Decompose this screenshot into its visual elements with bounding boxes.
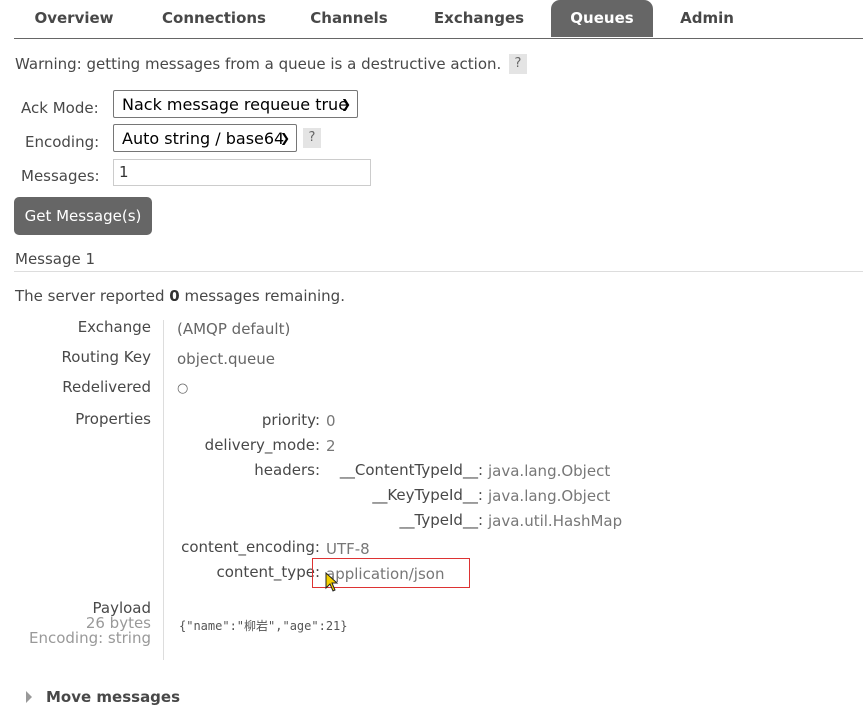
content-encoding-key: content_encoding: <box>181 538 320 556</box>
ack-mode-label: Ack Mode: <box>21 99 99 117</box>
headers-key: headers: <box>254 461 320 479</box>
messages-label: Messages: <box>21 167 100 185</box>
tab-queues[interactable]: Queues <box>551 0 653 37</box>
remaining-suffix: messages remaining. <box>179 287 345 305</box>
tab-admin[interactable]: Admin <box>662 0 752 37</box>
destructive-warning: Warning: getting messages from a queue i… <box>15 55 502 73</box>
redelivered-label: Redelivered <box>62 378 151 396</box>
properties-label: Properties <box>75 410 151 428</box>
caret-right-icon <box>26 691 32 703</box>
move-messages-label: Move messages <box>46 688 181 706</box>
remaining-status: The server reported 0 messages remaining… <box>15 287 345 305</box>
encoding-help-icon[interactable]: ? <box>303 128 321 148</box>
content-type-key: content_type: <box>216 563 321 581</box>
encoding-label: Encoding: <box>25 133 100 151</box>
ack-mode-value: Nack message requeue true <box>122 95 349 114</box>
details-divider <box>163 320 164 660</box>
move-messages-toggle[interactable]: Move messages <box>26 688 180 706</box>
header-value: java.lang.Object <box>488 487 611 505</box>
tab-overview[interactable]: Overview <box>14 0 134 37</box>
exchange-label: Exchange <box>77 318 151 336</box>
redelivered-value: ○ <box>177 381 189 396</box>
encoding-select[interactable]: Auto string / base64 ❯ <box>113 124 297 152</box>
header-key: __KeyTypeId__: <box>372 486 483 504</box>
divider <box>14 271 863 272</box>
message-title: Message 1 <box>15 250 96 268</box>
ack-mode-select[interactable]: Nack message requeue true ❯ <box>113 90 358 118</box>
mouse-cursor-icon <box>325 572 339 592</box>
exchange-value: (AMQP default) <box>177 320 291 338</box>
chevron-down-icon: ❯ <box>340 97 351 111</box>
header-key: __ContentTypeId__: <box>339 461 483 479</box>
tab-connections[interactable]: Connections <box>144 0 284 37</box>
tab-channels[interactable]: Channels <box>294 0 404 37</box>
priority-key: priority: <box>261 411 320 429</box>
tab-exchanges[interactable]: Exchanges <box>414 0 544 37</box>
get-messages-button[interactable]: Get Message(s) <box>14 197 152 235</box>
remaining-count: 0 <box>169 287 180 305</box>
header-value: java.lang.Object <box>488 462 611 480</box>
header-key: __TypeId__: <box>399 511 483 529</box>
messages-count-input[interactable]: 1 <box>113 159 371 186</box>
warning-help-icon[interactable]: ? <box>509 54 527 74</box>
remaining-prefix: The server reported <box>15 287 170 305</box>
delivery-mode-key: delivery_mode: <box>204 436 320 454</box>
payload-value: {"name":"柳岩","age":21} <box>179 619 348 633</box>
payload-encoding: Encoding: string <box>28 629 151 647</box>
header-value: java.util.HashMap <box>488 512 623 530</box>
chevron-down-icon: ❯ <box>279 131 290 145</box>
content-encoding-value: UTF-8 <box>326 540 370 558</box>
delivery-mode-value: 2 <box>326 437 336 455</box>
priority-value: 0 <box>326 412 336 430</box>
routing-key-label: Routing Key <box>61 348 151 366</box>
routing-key-value: object.queue <box>177 350 275 368</box>
nav-tabs: Overview Connections Channels Exchanges … <box>14 0 863 39</box>
encoding-value: Auto string / base64 <box>122 129 285 148</box>
